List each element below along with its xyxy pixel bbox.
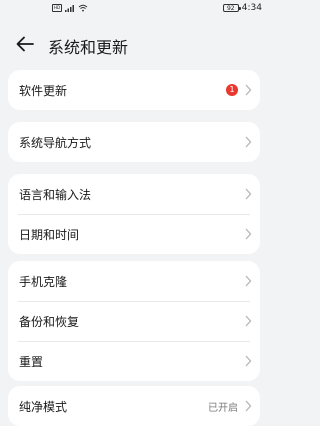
clock: 4:34 (241, 3, 262, 13)
wifi-icon (78, 4, 88, 12)
back-arrow-icon[interactable] (14, 33, 36, 55)
chevron-right-icon (245, 315, 252, 327)
chevron-right-icon (245, 275, 252, 287)
chevron-right-icon (245, 84, 252, 96)
status-bar: HD 92 4:34 (0, 0, 268, 18)
update-count-badge: 1 (226, 84, 238, 96)
list-item-system-navigation[interactable]: 系统导航方式 (8, 122, 260, 162)
chevron-right-icon (245, 400, 252, 412)
card-pure-mode: 纯净模式 已开启 (8, 386, 260, 426)
signal-icon (65, 5, 74, 12)
card-navigation: 系统导航方式 (8, 122, 260, 162)
chevron-right-icon (245, 355, 252, 367)
card-language-time: 语言和输入法 日期和时间 (8, 174, 260, 254)
chevron-right-icon (245, 136, 252, 148)
list-item-label: 手机克隆 (19, 274, 68, 289)
pure-mode-status: 已开启 (208, 402, 238, 414)
card-clone-backup-reset: 手机克隆 备份和恢复 重置 (8, 261, 260, 381)
list-item-backup-restore[interactable]: 备份和恢复 (8, 301, 260, 341)
card-software-update: 软件更新 1 (8, 70, 260, 110)
list-item-label: 软件更新 (19, 83, 68, 98)
list-item-language-input[interactable]: 语言和输入法 (8, 174, 260, 214)
header: 系统和更新 (0, 24, 268, 64)
page-title: 系统和更新 (48, 38, 129, 57)
list-item-phone-clone[interactable]: 手机克隆 (8, 261, 260, 301)
list-item-label: 语言和输入法 (19, 187, 92, 202)
list-item-label: 备份和恢复 (19, 314, 80, 329)
list-item-label: 系统导航方式 (19, 135, 92, 150)
status-icons-left: HD (52, 4, 88, 12)
list-item-pure-mode[interactable]: 纯净模式 已开启 (8, 386, 260, 426)
status-icons-right: 92 4:34 (222, 3, 262, 13)
list-item-software-update[interactable]: 软件更新 1 (8, 70, 260, 110)
list-item-label: 重置 (19, 354, 44, 369)
list-item-reset[interactable]: 重置 (8, 341, 260, 381)
list-item-label: 日期和时间 (19, 227, 80, 242)
chevron-right-icon (245, 228, 252, 240)
hd-icon: HD (52, 4, 62, 12)
battery-indicator: 92 (222, 4, 241, 12)
list-item-date-time[interactable]: 日期和时间 (8, 214, 260, 254)
chevron-right-icon (245, 188, 252, 200)
